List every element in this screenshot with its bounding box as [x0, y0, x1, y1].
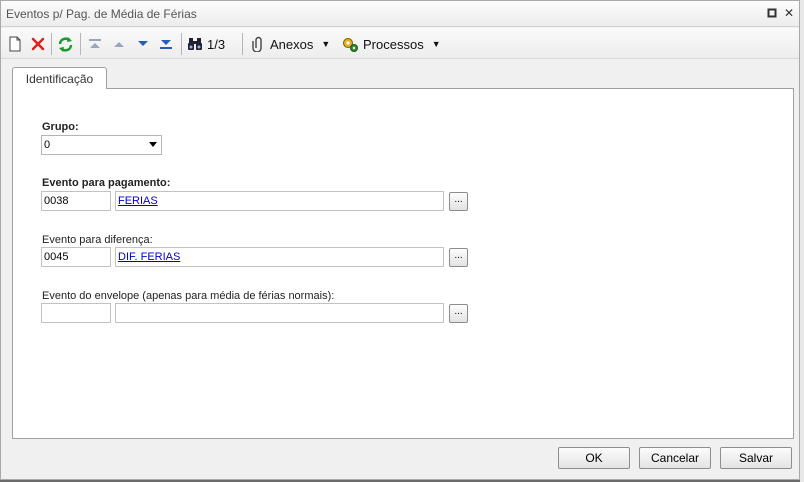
search-button[interactable]: 1/3 [187, 34, 225, 54]
evento-envelope-code-field[interactable] [41, 303, 111, 323]
evento-envelope-description-field[interactable] [115, 303, 444, 323]
attachments-menu-button[interactable]: Anexos ▼ [250, 34, 330, 54]
attachments-label: Anexos [270, 36, 314, 52]
next-record-icon [138, 41, 148, 46]
refresh-button[interactable] [57, 34, 74, 54]
processes-menu-button[interactable]: Processos ▼ [341, 34, 441, 54]
evento-pagamento-description-link[interactable]: FERIAS [115, 191, 444, 211]
previous-record-icon [114, 42, 124, 47]
next-record-button[interactable] [136, 34, 150, 54]
evento-diferenca-lookup-button[interactable]: ... [449, 248, 468, 267]
last-record-button[interactable] [159, 34, 173, 54]
grupo-select[interactable]: 0 [41, 135, 162, 155]
toolbar-separator [80, 33, 81, 55]
delete-icon [31, 37, 45, 51]
tab-panel: Grupo: 0 Evento para pagamento: 0038 FER… [12, 88, 794, 439]
evento-pagamento-code-field[interactable]: 0038 [41, 191, 111, 211]
previous-record-button[interactable] [112, 34, 126, 54]
tab-identificacao[interactable]: Identificação [12, 67, 107, 89]
evento-envelope-lookup-button[interactable]: ... [449, 304, 468, 323]
restore-icon [767, 8, 777, 18]
restore-window-button[interactable] [765, 6, 779, 20]
tab-strip [1, 60, 799, 90]
gears-icon [343, 37, 358, 52]
toolbar-separator [181, 33, 182, 55]
ok-button[interactable]: OK [558, 447, 630, 469]
title-bar[interactable]: Eventos p/ Pag. de Média de Férias ✕ [1, 1, 799, 27]
new-record-button[interactable] [8, 34, 22, 54]
chevron-down-icon: ▼ [431, 39, 441, 49]
first-record-icon [89, 39, 101, 48]
window-title: Eventos p/ Pag. de Média de Férias [6, 7, 197, 21]
evento-diferenca-code-field[interactable]: 0045 [41, 247, 111, 267]
new-icon [9, 36, 21, 52]
cancel-button[interactable]: Cancelar [639, 447, 711, 469]
grupo-value: 0 [44, 139, 51, 151]
window-edge [800, 0, 804, 482]
chevron-down-icon: ▼ [321, 39, 331, 49]
last-record-icon [160, 40, 172, 49]
evento-pagamento-lookup-button[interactable]: ... [449, 192, 468, 211]
save-button[interactable]: Salvar [720, 447, 792, 469]
search-icon [188, 38, 202, 50]
first-record-button[interactable] [88, 34, 102, 54]
evento-diferenca-description-link[interactable]: DIF. FERIAS [115, 247, 444, 267]
dialog-window: Eventos p/ Pag. de Média de Férias ✕ 1/3… [0, 0, 800, 480]
paperclip-icon [252, 36, 262, 52]
refresh-icon [58, 36, 73, 52]
toolbar: 1/3 Anexos ▼ Processos ▼ [1, 28, 799, 59]
dialog-footer: OK Cancelar Salvar [1, 441, 799, 479]
record-position: 1/3 [207, 36, 226, 52]
toolbar-separator [51, 33, 52, 55]
processes-label: Processos [363, 36, 424, 52]
evento-envelope-label: Evento do envelope (apenas para média de… [42, 290, 335, 302]
evento-pagamento-label: Evento para pagamento: [42, 177, 171, 189]
grupo-label: Grupo: [42, 121, 79, 133]
evento-diferenca-label: Evento para diferença: [42, 234, 153, 246]
delete-record-button[interactable] [30, 34, 46, 54]
toolbar-separator [242, 33, 243, 55]
close-window-button[interactable]: ✕ [782, 6, 796, 20]
chevron-down-icon [149, 142, 157, 147]
